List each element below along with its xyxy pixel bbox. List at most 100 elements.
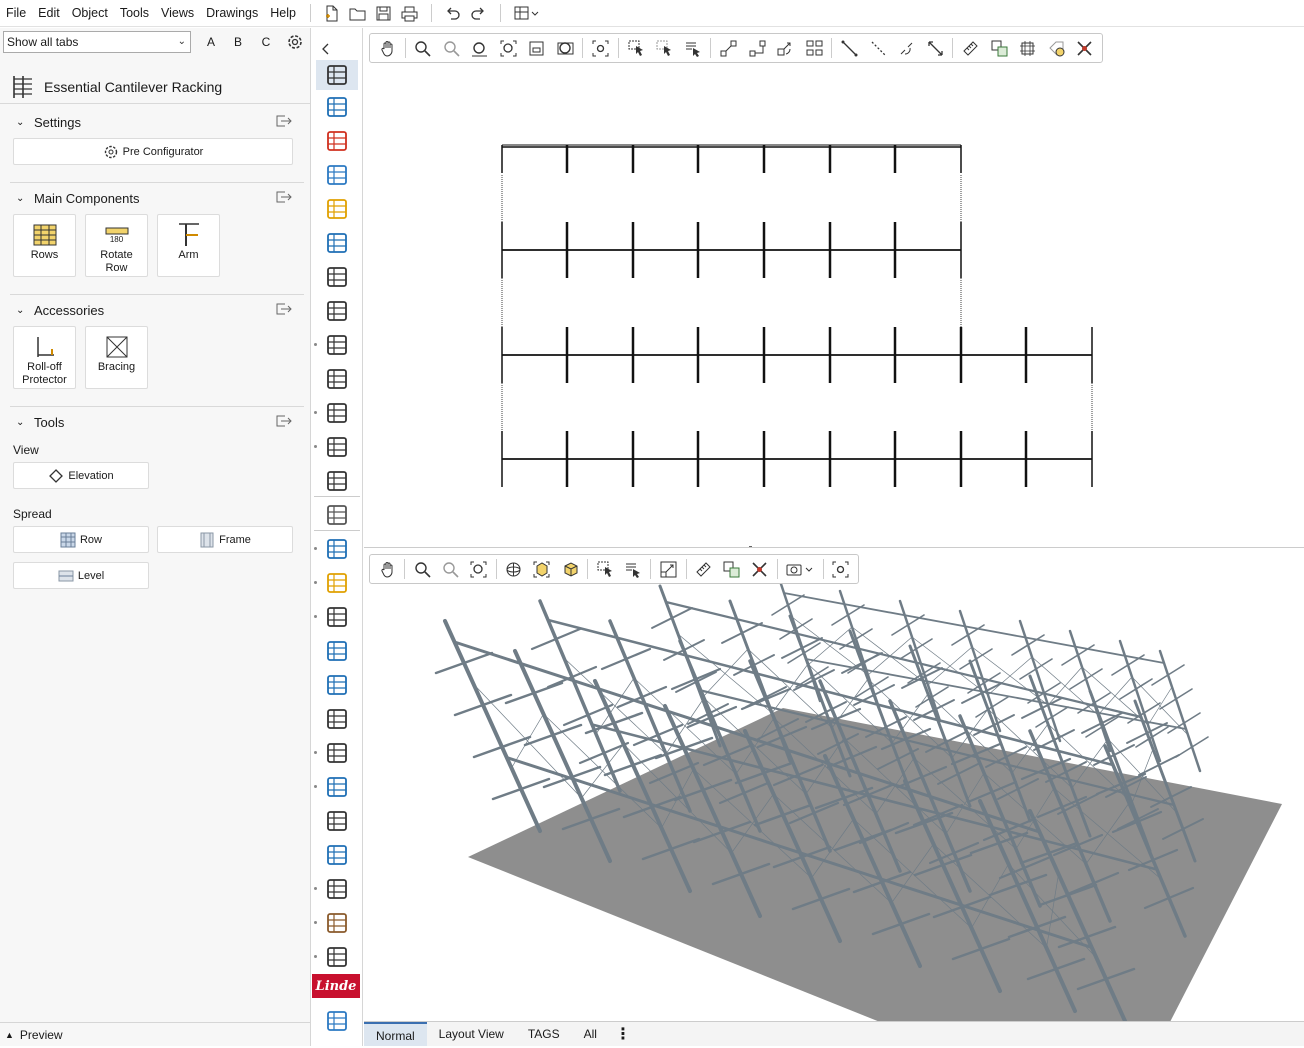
zoom-selection-icon[interactable] bbox=[522, 35, 551, 61]
racking-grid-icon[interactable] bbox=[316, 398, 358, 428]
filter-b-button[interactable]: B bbox=[229, 32, 247, 52]
open-folder-icon[interactable] bbox=[345, 1, 371, 25]
zoom-icon[interactable] bbox=[408, 556, 436, 582]
rings-icon[interactable] bbox=[316, 160, 358, 190]
pan-hand-icon[interactable] bbox=[373, 35, 402, 61]
more-vertical-icon[interactable]: ⋮ bbox=[615, 1024, 631, 1044]
camera-icon[interactable] bbox=[781, 556, 820, 582]
zoom-icon[interactable] bbox=[408, 35, 437, 61]
delete-icon[interactable] bbox=[746, 556, 774, 582]
group-icon[interactable] bbox=[985, 35, 1014, 61]
stair-rail-icon[interactable] bbox=[316, 568, 358, 598]
plan-view-2d[interactable] bbox=[364, 28, 1304, 546]
wall-icon[interactable] bbox=[316, 194, 358, 224]
gauge-icon[interactable] bbox=[316, 772, 358, 802]
zoom-out-icon[interactable] bbox=[436, 556, 464, 582]
elevation-button[interactable]: Elevation bbox=[13, 462, 149, 489]
stairs-icon[interactable] bbox=[316, 534, 358, 564]
select-list-icon[interactable] bbox=[679, 35, 708, 61]
panels-icon[interactable] bbox=[316, 1006, 358, 1036]
iso-view-icon[interactable] bbox=[556, 556, 584, 582]
filter-a-button[interactable]: A bbox=[202, 32, 220, 52]
zoom-all-icon[interactable] bbox=[551, 35, 580, 61]
detach-icon[interactable] bbox=[275, 114, 292, 128]
print-icon[interactable] bbox=[397, 1, 423, 25]
accessories-header[interactable]: ⌄ Accessories bbox=[0, 298, 310, 322]
spread-frame-button[interactable]: Frame bbox=[157, 526, 293, 553]
main-components-header[interactable]: ⌄ Main Components bbox=[0, 186, 310, 210]
spread-row-button[interactable]: Row bbox=[13, 526, 149, 553]
select-add-icon[interactable] bbox=[650, 35, 679, 61]
tools-header[interactable]: ⌄ Tools bbox=[0, 410, 310, 434]
rows-tile[interactable]: Rows bbox=[13, 214, 76, 277]
menu-help[interactable]: Help bbox=[264, 0, 302, 27]
pallet-rack-icon[interactable] bbox=[316, 296, 358, 326]
copy-icon[interactable] bbox=[743, 35, 772, 61]
cantilever-rack-icon[interactable] bbox=[316, 60, 358, 90]
layout-icon[interactable] bbox=[509, 1, 545, 25]
frame-select-icon[interactable] bbox=[1013, 35, 1042, 61]
arm-tile[interactable]: Arm bbox=[157, 214, 220, 277]
zoom-extents-icon[interactable] bbox=[494, 35, 523, 61]
new-file-icon[interactable] bbox=[319, 1, 345, 25]
select-icon[interactable] bbox=[591, 556, 619, 582]
link-icon[interactable] bbox=[316, 840, 358, 870]
center-icon[interactable] bbox=[827, 556, 855, 582]
array-icon[interactable] bbox=[800, 35, 829, 61]
document-icon[interactable] bbox=[316, 874, 358, 904]
tab-all[interactable]: All bbox=[572, 1022, 609, 1046]
preview-bar[interactable]: ▲ Preview bbox=[0, 1022, 310, 1046]
rotate-row-tile[interactable]: 180 Rotate Row bbox=[85, 214, 148, 277]
zoom-window-icon[interactable] bbox=[465, 35, 494, 61]
delete-icon[interactable] bbox=[1070, 35, 1099, 61]
shelving-icon[interactable] bbox=[316, 330, 358, 360]
detach-icon[interactable] bbox=[275, 302, 292, 316]
dashed-line-icon[interactable] bbox=[864, 35, 893, 61]
stretch-icon[interactable] bbox=[921, 35, 950, 61]
linde-logo[interactable]: Linde bbox=[312, 974, 360, 998]
move-icon[interactable] bbox=[654, 556, 682, 582]
settings-header[interactable]: ⌄ Settings bbox=[0, 110, 310, 134]
measure-icon[interactable] bbox=[956, 35, 985, 61]
tab-tags[interactable]: TAGS bbox=[516, 1022, 572, 1046]
undo-icon[interactable] bbox=[440, 1, 466, 25]
conveyor-icon[interactable] bbox=[316, 364, 358, 394]
robot-icon[interactable] bbox=[316, 738, 358, 768]
menu-edit[interactable]: Edit bbox=[32, 0, 66, 27]
shelves-icon[interactable] bbox=[316, 466, 358, 496]
redo-icon[interactable] bbox=[466, 1, 492, 25]
menu-tools[interactable]: Tools bbox=[114, 0, 155, 27]
forklift-icon[interactable] bbox=[316, 942, 358, 972]
tab-layout-view[interactable]: Layout View bbox=[427, 1022, 516, 1046]
fire-icon[interactable] bbox=[316, 636, 358, 666]
glasses-icon[interactable] bbox=[316, 262, 358, 292]
catalog-icon[interactable] bbox=[316, 806, 358, 836]
pan-hand-icon[interactable] bbox=[373, 556, 401, 582]
save-icon[interactable] bbox=[371, 1, 397, 25]
rotate-icon[interactable] bbox=[771, 35, 800, 61]
tools-icon[interactable] bbox=[316, 92, 358, 122]
select-icon[interactable] bbox=[622, 35, 651, 61]
roll-off-protector-tile[interactable]: Roll-off Protector bbox=[13, 326, 76, 389]
group-icon[interactable] bbox=[718, 556, 746, 582]
menu-views[interactable]: Views bbox=[155, 0, 200, 27]
3d-view[interactable] bbox=[364, 547, 1304, 1022]
center-icon[interactable] bbox=[586, 35, 615, 61]
filter-c-button[interactable]: C bbox=[257, 32, 275, 52]
pre-configurator-button[interactable]: Pre Configurator bbox=[13, 138, 293, 165]
plant-icon[interactable] bbox=[316, 908, 358, 938]
detach-icon[interactable] bbox=[275, 414, 292, 428]
move-icon[interactable] bbox=[714, 35, 743, 61]
connector-icon[interactable] bbox=[316, 126, 358, 156]
tab-filter-select[interactable]: Show all tabs ⌄ bbox=[3, 31, 191, 53]
zoom-extents-icon[interactable] bbox=[464, 556, 492, 582]
menu-object[interactable]: Object bbox=[66, 0, 114, 27]
gears-icon[interactable] bbox=[316, 704, 358, 734]
line-icon[interactable] bbox=[835, 35, 864, 61]
sketchup-icon[interactable] bbox=[316, 228, 358, 258]
gear-icon[interactable] bbox=[285, 32, 305, 52]
barrier-icon[interactable] bbox=[316, 670, 358, 700]
rotate-3d-icon[interactable] bbox=[892, 35, 921, 61]
price-icon[interactable] bbox=[1042, 35, 1071, 61]
zoom-out-icon[interactable] bbox=[437, 35, 466, 61]
